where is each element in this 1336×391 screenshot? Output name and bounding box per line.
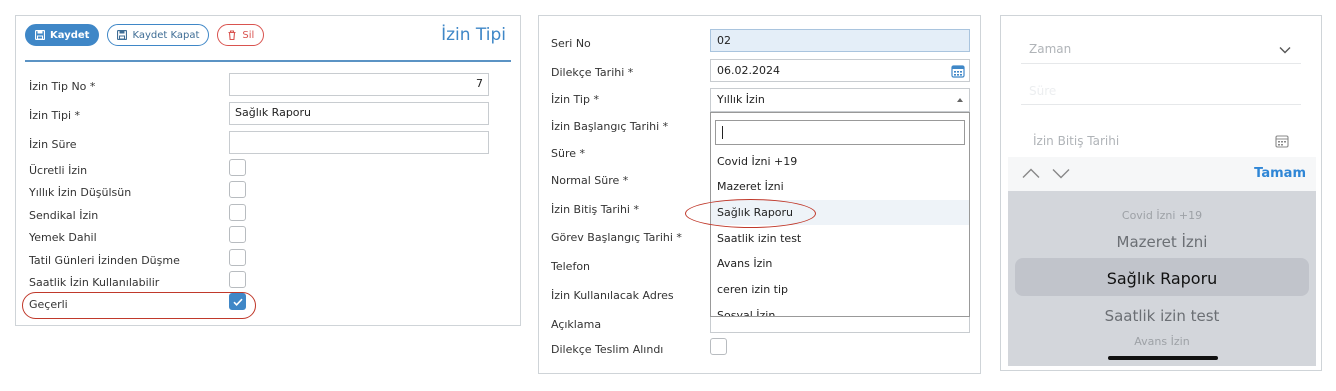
leave-type-label: İzin Tipi * — [29, 109, 81, 122]
picker-option[interactable]: Saatlik izin test — [1008, 307, 1316, 325]
start-date-label: İzin Başlangıç Tarihi * — [551, 120, 669, 133]
description-label: Açıklama — [551, 318, 602, 331]
duration-field-label: Süre — [1029, 84, 1057, 98]
normal-duration-label: Normal Süre * — [551, 174, 629, 187]
mobile-picker-panel: Zaman Süre İzin Bitiş Tarihi Tamam Covid… — [1000, 15, 1322, 371]
leave-type-input[interactable]: Sağlık Raporu — [229, 102, 489, 125]
dropdown-search-input[interactable] — [715, 120, 965, 145]
save-close-button[interactable]: Kaydet Kapat — [107, 24, 210, 46]
leave-type-select[interactable]: Yıllık İzin — [710, 88, 970, 112]
save-close-button-label: Kaydet Kapat — [132, 29, 200, 41]
done-button[interactable]: Tamam — [1254, 166, 1306, 181]
chevron-down-icon — [1279, 47, 1291, 54]
save-button[interactable]: Kaydet — [25, 24, 100, 46]
address-label: İzin Kullanılacak Adres — [551, 289, 674, 302]
picker-option[interactable]: Covid İzni +19 — [1008, 209, 1316, 222]
dropdown-option[interactable]: Sosyal İzin — [711, 303, 969, 316]
delete-button-label: Sil — [242, 29, 255, 41]
seri-no-label: Seri No — [551, 37, 591, 50]
phone-label: Telefon — [551, 260, 591, 273]
calendar-icon[interactable] — [951, 64, 965, 78]
annual-deduct-label: Yıllık İzin Düşülsün — [29, 186, 132, 199]
dropdown-option[interactable]: ceren izin tip — [711, 277, 969, 302]
valid-checkbox[interactable] — [229, 293, 246, 310]
leave-type-no-input[interactable]: 7 — [229, 73, 489, 96]
seri-no-input[interactable]: 02 — [710, 29, 970, 52]
chevron-down-icon[interactable] — [1052, 168, 1070, 179]
dropdown-option[interactable]: Mazeret İzni — [711, 174, 969, 199]
chevron-up-icon — [957, 98, 963, 102]
form-toolbar: Kaydet Kaydet Kapat Sil — [25, 24, 265, 46]
end-date-field-label: İzin Bitiş Tarihi — [1033, 134, 1120, 148]
picker-wheel[interactable]: Covid İzni +19 Mazeret İzni Sağlık Rapor… — [1008, 191, 1316, 366]
union-leave-checkbox[interactable] — [229, 204, 246, 221]
delete-button[interactable]: Sil — [217, 24, 265, 46]
time-field[interactable]: Zaman — [1021, 36, 1301, 64]
petition-received-checkbox[interactable] — [710, 338, 727, 355]
dropdown-option[interactable]: Saatlik izin test — [711, 226, 969, 251]
hourly-leave-checkbox[interactable] — [229, 271, 246, 288]
union-leave-label: Sendikal İzin — [29, 209, 99, 222]
meal-included-checkbox[interactable] — [229, 226, 246, 243]
form-title: İzin Tipi — [441, 25, 506, 45]
leave-type-label: İzin Tip * — [551, 93, 599, 106]
holiday-exclude-label: Tatil Günleri İzinden Düşme — [29, 254, 180, 267]
paid-leave-checkbox[interactable] — [229, 159, 246, 176]
home-indicator — [1108, 356, 1218, 360]
picker-option[interactable]: Mazeret İzni — [1008, 233, 1316, 251]
text-caret — [722, 126, 723, 139]
leave-duration-label: İzin Süre — [29, 138, 77, 151]
time-field-label: Zaman — [1029, 42, 1072, 56]
leave-type-dropdown[interactable]: Covid İzni +19 Mazeret İzni Sağlık Rapor… — [710, 112, 970, 317]
dropdown-option[interactable]: Covid İzni +19 — [711, 149, 969, 174]
calendar-icon — [1275, 135, 1289, 148]
petition-received-label: Dilekçe Teslim Alındı — [551, 343, 664, 356]
leave-type-form-panel: Kaydet Kaydet Kapat Sil İzin Tipi İzin T… — [15, 15, 521, 326]
floppy-disk-icon — [35, 30, 45, 40]
checkmark-icon — [233, 298, 243, 306]
meal-included-label: Yemek Dahil — [29, 231, 97, 244]
dropdown-option[interactable]: Avans İzin — [711, 251, 969, 276]
title-divider — [25, 60, 511, 62]
hourly-leave-label: Saatlik İzin Kullanılabilir — [29, 276, 160, 289]
leave-request-form-panel: Seri No 02 Dilekçe Tarihi * 06.02.2024 İ… — [538, 15, 981, 374]
leave-type-no-label: İzin Tip No * — [29, 80, 96, 93]
save-button-label: Kaydet — [50, 29, 90, 41]
petition-date-value: 06.02.2024 — [717, 64, 780, 77]
annual-deduct-checkbox[interactable] — [229, 181, 246, 198]
end-date-field[interactable]: İzin Bitiş Tarihi — [1021, 128, 1301, 152]
floppy-disk-icon — [117, 30, 128, 40]
duty-start-label: Görev Başlangıç Tarihi * — [551, 231, 682, 244]
petition-date-input[interactable]: 06.02.2024 — [710, 59, 970, 82]
duration-label: Süre * — [551, 147, 585, 160]
duration-field[interactable]: Süre — [1021, 81, 1301, 105]
picker-toolbar: Tamam — [1008, 157, 1316, 191]
picker-option[interactable]: Avans İzin — [1008, 335, 1316, 348]
valid-label: Geçerli — [29, 298, 68, 311]
leave-type-selected-value: Yıllık İzin — [717, 93, 765, 106]
petition-date-label: Dilekçe Tarihi * — [551, 66, 634, 79]
picker-option-selected[interactable]: Sağlık Raporu — [1008, 269, 1316, 288]
holiday-exclude-checkbox[interactable] — [229, 249, 246, 266]
chevron-up-icon[interactable] — [1022, 168, 1040, 179]
paid-leave-label: Ücretli İzin — [29, 164, 88, 177]
dropdown-option-highlighted[interactable]: Sağlık Raporu — [711, 200, 969, 225]
leave-duration-input[interactable] — [229, 131, 489, 154]
trash-icon — [228, 30, 236, 40]
end-date-label: İzin Bitiş Tarihi * — [551, 203, 639, 216]
